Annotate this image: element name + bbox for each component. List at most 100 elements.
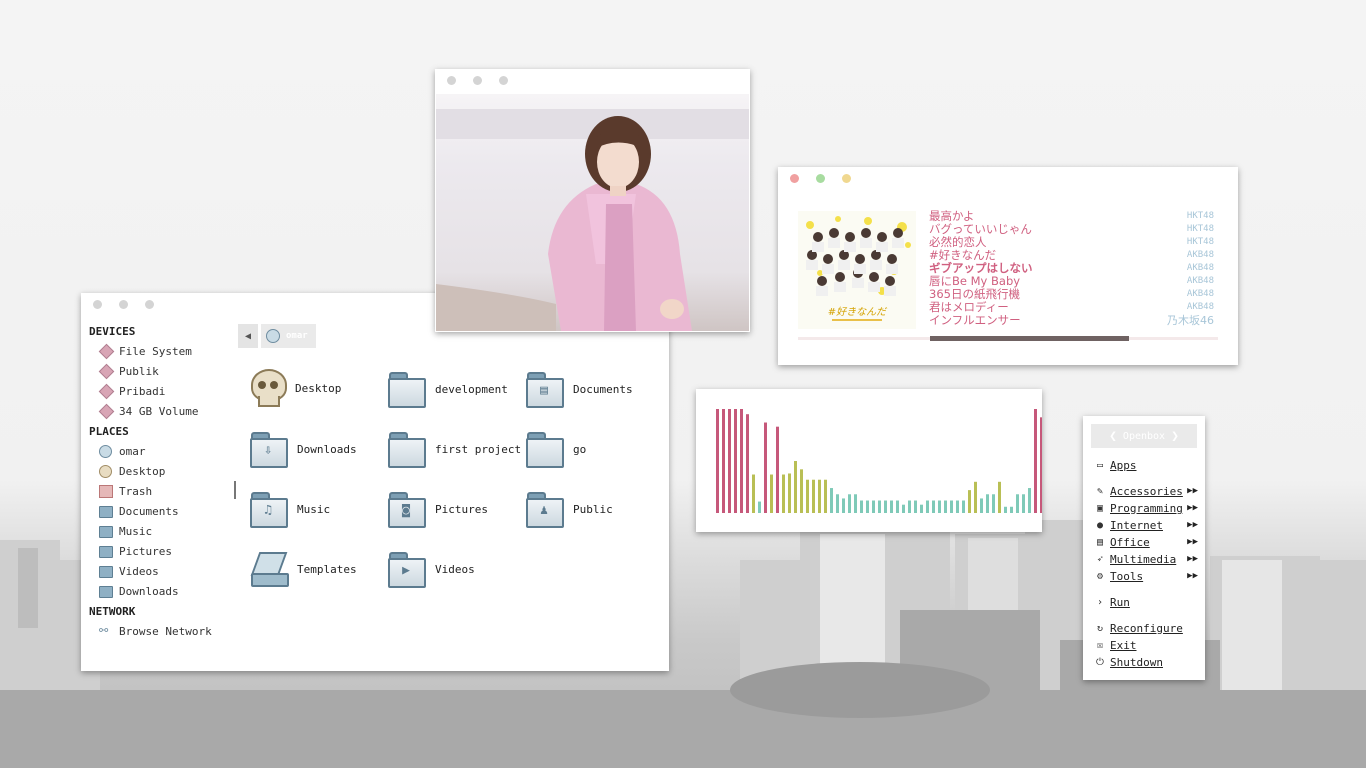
back-button[interactable]: ◀	[238, 324, 258, 348]
folder-templates[interactable]: Templates	[249, 549, 357, 589]
drive-icon	[98, 343, 115, 360]
folder-development[interactable]: development	[387, 369, 508, 409]
menu-item-reconfigure[interactable]: ↻ Reconfigure	[1094, 620, 1198, 636]
close-box-icon: ☒	[1096, 639, 1104, 651]
path-bar: ◀ omar	[238, 324, 316, 348]
spectrum-bar	[896, 500, 899, 513]
spectrum-bar	[776, 426, 779, 513]
image-viewer-window	[435, 69, 750, 332]
minimize-button[interactable]	[816, 174, 825, 183]
folder-downloads[interactable]: ⇩ Downloads	[249, 429, 357, 469]
minimize-button[interactable]	[119, 300, 128, 309]
maximize-button[interactable]	[499, 76, 508, 85]
spectrum-bar	[824, 479, 827, 513]
song-artist: AKB48	[1186, 276, 1214, 286]
chevron-right-icon: ›	[1096, 596, 1104, 608]
folder-downloads-icon	[99, 584, 113, 598]
sidebar-splitter[interactable]	[234, 481, 236, 499]
sidebar-item-browse-network[interactable]: ⚯ Browse Network	[89, 621, 239, 641]
folder-pictures[interactable]: ◙ Pictures	[387, 489, 488, 529]
desktop-icon	[99, 464, 113, 478]
minimize-button[interactable]	[473, 76, 482, 85]
spectrum-bar	[764, 422, 767, 513]
rocket-icon: ➶	[1096, 553, 1104, 565]
menu-item-label: Internet	[1110, 518, 1163, 532]
folder-music[interactable]: ♫ Music	[249, 489, 330, 529]
playlist: 最高かよ HKT48 バグっていいじゃん HKT48 必然的恋人 HKT48 #好きな…	[929, 210, 1214, 328]
spectrum-bar	[968, 490, 971, 513]
sidebar-item-file-system[interactable]: File System	[89, 341, 239, 361]
menu-title-label: Openbox	[1122, 430, 1166, 442]
menu-item-run[interactable]: › Run	[1094, 594, 1198, 610]
spectrum-bar	[1028, 488, 1031, 513]
spectrum-bar	[728, 409, 731, 513]
maximize-button[interactable]	[145, 300, 154, 309]
menu-item-apps[interactable]: ▭ Apps	[1094, 457, 1198, 473]
sidebar-item-desktop[interactable]: Desktop	[89, 461, 239, 481]
sidebar-item-publik[interactable]: Publik	[89, 361, 239, 381]
playlist-item[interactable]: インフルエンサー 乃木坂46	[929, 313, 1214, 328]
window-controls	[447, 76, 508, 85]
folder-videos[interactable]: ▶ Videos	[387, 549, 475, 589]
sidebar-item-videos[interactable]: Videos	[89, 561, 239, 581]
sidebar-item-label: File System	[119, 344, 192, 358]
song-artist: AKB48	[1186, 289, 1214, 299]
sidebar-item-volume[interactable]: 34 GB Volume	[89, 401, 239, 421]
folder-public[interactable]: ♟ Public	[525, 489, 613, 529]
spectrum-bar	[806, 479, 809, 513]
document-icon: ▤	[1096, 536, 1104, 548]
menu-item-internet[interactable]: ● Internet ▶▶	[1094, 517, 1198, 533]
spectrum-bar	[860, 500, 863, 513]
folder-label: Downloads	[297, 442, 357, 456]
folder-icon	[387, 429, 427, 469]
spectrum-bar	[992, 494, 995, 513]
folder-desktop[interactable]: Desktop	[249, 369, 341, 407]
menu-item-label: Exit	[1110, 638, 1137, 652]
sidebar-item-pictures[interactable]: Pictures	[89, 541, 239, 561]
maximize-button[interactable]	[842, 174, 851, 183]
folder-first-project[interactable]: first project	[387, 429, 521, 469]
spectrum-bar	[770, 474, 773, 513]
sidebar-item-label: 34 GB Volume	[119, 404, 199, 418]
sidebar-heading-devices: DEVICES	[89, 325, 136, 338]
menu-item-multimedia[interactable]: ➶ Multimedia ▶▶	[1094, 551, 1198, 567]
close-button[interactable]	[93, 300, 102, 309]
menu-item-office[interactable]: ▤ Office ▶▶	[1094, 534, 1198, 550]
sidebar-item-omar[interactable]: omar	[89, 441, 239, 461]
drive-icon	[98, 383, 115, 400]
spectrum-bar	[974, 481, 977, 513]
path-label: omar	[286, 331, 308, 341]
sidebar-item-music[interactable]: Music	[89, 521, 239, 541]
song-title: インフルエンサー	[929, 313, 1021, 327]
folder-documents[interactable]: ▤ Documents	[525, 369, 633, 409]
folder-label: Documents	[573, 382, 633, 396]
spectrum-bar	[800, 469, 803, 513]
path-button-omar[interactable]: omar	[261, 324, 316, 348]
spectrum-bar	[812, 479, 815, 513]
folder-documents-icon	[99, 504, 113, 518]
menu-item-accessories[interactable]: ✎ Accessories ▶▶	[1094, 483, 1198, 499]
menu-item-tools[interactable]: ⚙ Tools ▶▶	[1094, 568, 1198, 584]
sidebar-item-pribadi[interactable]: Pribadi	[89, 381, 239, 401]
spectrum-bar	[998, 481, 1001, 513]
menu-item-shutdown[interactable]: ⏻ Shutdown	[1094, 654, 1198, 670]
spectrum-bar	[836, 494, 839, 513]
close-button[interactable]	[447, 76, 456, 85]
menu-item-exit[interactable]: ☒ Exit	[1094, 637, 1198, 653]
song-artist: HKT48	[1186, 211, 1214, 221]
sidebar-item-downloads[interactable]: Downloads	[89, 581, 239, 601]
close-button[interactable]	[790, 174, 799, 183]
folder-label: Videos	[435, 562, 475, 576]
folder-label: development	[435, 382, 508, 396]
folder-go[interactable]: go	[525, 429, 586, 469]
sidebar-item-documents[interactable]: Documents	[89, 501, 239, 521]
menu-item-programming[interactable]: ▣ Programming ▶▶	[1094, 500, 1198, 516]
sidebar-item-trash[interactable]: Trash	[89, 481, 239, 501]
sidebar-heading-places: PLACES	[89, 425, 129, 438]
folder-label: go	[573, 442, 587, 456]
home-icon	[99, 444, 113, 458]
spectrum-bar	[758, 501, 761, 513]
spectrum-bar	[1016, 494, 1019, 513]
spectrum-bar	[1040, 417, 1043, 513]
spectrum-bar	[830, 488, 833, 513]
